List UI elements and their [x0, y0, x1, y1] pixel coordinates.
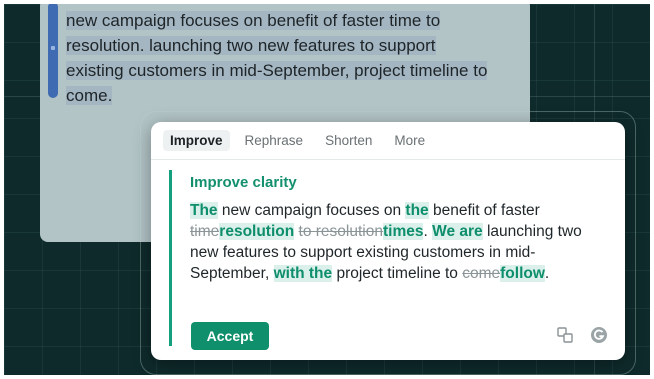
inserted-text: The [190, 202, 218, 219]
accept-button[interactable]: Accept [191, 322, 269, 350]
inserted-text: resolution [219, 223, 295, 240]
selection-indicator-bar [48, 4, 58, 98]
assistant-tabs: Improve Rephrase Shorten More [151, 122, 625, 160]
suggestion-text: The new campaign focuses on the benefit … [190, 200, 610, 284]
unchanged-text: new campaign focuses on [217, 202, 406, 219]
app-canvas: new campaign focuses on benefit of faste… [4, 4, 650, 375]
inserted-text: follow [500, 265, 545, 282]
inserted-text: times [382, 223, 424, 240]
inserted-text: We are [432, 223, 483, 240]
suggestion-panel: Improve clarity The new campaign focuses… [169, 170, 612, 346]
deleted-text: time [190, 223, 220, 240]
selected-text[interactable]: new campaign focuses on benefit of faste… [66, 11, 488, 105]
unchanged-text: project timeline to [332, 265, 463, 282]
unchanged-text: benefit of faster [428, 202, 540, 219]
inserted-text: with the [273, 265, 333, 282]
tab-more[interactable]: More [387, 130, 432, 151]
suggestion-title: Improve clarity [190, 174, 297, 191]
tab-shorten[interactable]: Shorten [318, 130, 379, 151]
deleted-text: to resolution [298, 223, 383, 240]
document-text[interactable]: new campaign focuses on benefit of faste… [66, 8, 496, 108]
grammarly-icon[interactable] [590, 326, 608, 344]
assistant-popup: Improve Rephrase Shorten More Improve cl… [151, 122, 625, 360]
unchanged-text: . [544, 265, 550, 282]
tab-rephrase[interactable]: Rephrase [238, 130, 311, 151]
tab-improve[interactable]: Improve [163, 130, 230, 151]
deleted-text: come [462, 265, 501, 282]
unchanged-text: . [423, 223, 433, 240]
inserted-text: the [405, 202, 429, 219]
copy-icon[interactable] [556, 326, 574, 344]
selection-indicator-handle[interactable] [51, 46, 55, 50]
